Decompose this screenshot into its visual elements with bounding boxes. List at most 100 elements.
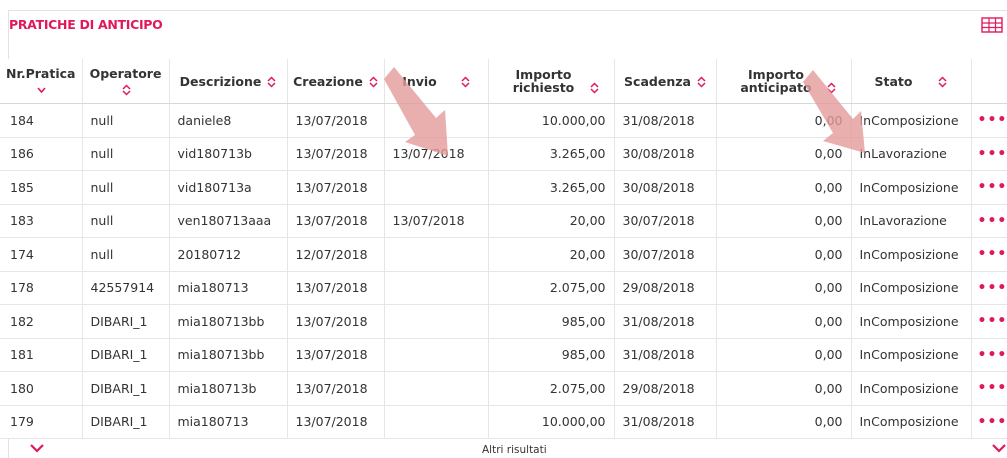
row-actions-button[interactable]: ••• (971, 170, 1007, 205)
table-row[interactable]: 185 null vid180713a 13/07/2018 3.265,00 30/08… (0, 170, 1007, 205)
cell-nr-pratica: 181 (0, 338, 83, 372)
sort-arrows-icon[interactable] (369, 76, 378, 88)
cell-operatore: DIBARI_1 (82, 338, 170, 372)
cell-operatore: DIBARI_1 (82, 405, 170, 439)
cell-importo-richiesto: 3.265,00 (488, 137, 615, 171)
cell-creazione: 13/07/2018 (287, 170, 385, 205)
cell-creazione: 13/07/2018 (287, 304, 385, 339)
row-actions-button[interactable]: ••• (971, 137, 1007, 171)
cell-importo-anticipato: 0,00 (716, 237, 852, 272)
table-row[interactable]: 183 null ven180713aaa 13/07/2018 13/07/2018 2… (0, 204, 1007, 238)
table-row[interactable]: 184 null daniele8 13/07/2018 10.000,00 31/08/… (0, 103, 1007, 138)
more-results-link[interactable]: Altri risultati (482, 444, 547, 456)
cell-importo-anticipato: 0,00 (716, 204, 852, 238)
cell-scadenza: 31/08/2018 (614, 304, 717, 339)
cell-invio (384, 371, 489, 406)
cell-stato: InComposizione (851, 304, 972, 339)
column-header-creazione[interactable]: Creazione (287, 59, 385, 104)
cell-nr-pratica: 180 (0, 371, 83, 406)
cell-nr-pratica: 182 (0, 304, 83, 339)
table-row[interactable]: 186 null vid180713b 13/07/2018 13/07/2018 3.2… (0, 137, 1007, 171)
cell-stato: InComposizione (851, 170, 972, 205)
table-grid-icon[interactable] (981, 17, 1003, 33)
cell-operatore: DIBARI_1 (82, 371, 170, 406)
cell-invio: 13/07/2018 (384, 137, 489, 171)
cell-creazione: 13/07/2018 (287, 371, 385, 406)
column-header-operatore[interactable]: Operatore (82, 59, 170, 104)
chevron-down-icon[interactable] (991, 443, 1007, 453)
column-header-nr-pratica[interactable]: Nr.Pratica (0, 59, 83, 104)
cell-stato: InComposizione (851, 237, 972, 272)
cell-descrizione: mia180713b (169, 371, 288, 406)
column-header-label: Stato (874, 73, 913, 89)
column-header-importo-anticipato[interactable]: Importo anticipato (716, 59, 852, 104)
column-header-label: Scadenza (624, 73, 691, 89)
column-header-importo-richiesto[interactable]: Importo richiesto (488, 59, 615, 104)
cell-stato: InComposizione (851, 371, 972, 406)
cell-invio (384, 304, 489, 339)
column-header-label: Creazione (293, 73, 363, 89)
cell-nr-pratica: 178 (0, 271, 83, 305)
row-actions-button[interactable]: ••• (971, 371, 1007, 406)
column-header-stato[interactable]: Stato (851, 59, 972, 104)
table-header-row: Nr.Pratica Operatore Descrizione Creazio… (0, 59, 1007, 104)
cell-operatore: DIBARI_1 (82, 304, 170, 339)
sort-arrows-icon[interactable] (122, 83, 131, 96)
row-actions-button[interactable]: ••• (971, 237, 1007, 272)
cell-scadenza: 30/08/2018 (614, 137, 717, 171)
cell-creazione: 13/07/2018 (287, 338, 385, 372)
cell-creazione: 13/07/2018 (287, 271, 385, 305)
sort-arrows-icon[interactable] (267, 76, 276, 88)
cell-importo-richiesto: 3.265,00 (488, 170, 615, 205)
column-header-scadenza[interactable]: Scadenza (614, 59, 717, 104)
column-header-label: Operatore (89, 66, 162, 81)
column-header-label: Importo richiesto (512, 66, 575, 95)
column-header-label: Importo anticipato (740, 66, 812, 95)
row-actions-button[interactable]: ••• (971, 405, 1007, 439)
row-actions-button[interactable]: ••• (971, 271, 1007, 305)
table-row[interactable]: 179 DIBARI_1 mia180713 13/07/2018 10.000,00 3… (0, 405, 1007, 439)
cell-importo-richiesto: 20,00 (488, 204, 615, 238)
cell-operatore: null (82, 137, 170, 171)
cell-operatore: null (82, 204, 170, 238)
cell-importo-anticipato: 0,00 (716, 137, 852, 171)
chevron-down-icon[interactable] (29, 443, 45, 453)
cell-descrizione: mia180713 (169, 271, 288, 305)
sort-arrows-icon[interactable] (697, 76, 706, 88)
cell-operatore: 42557914 (82, 271, 170, 305)
sort-arrows-icon[interactable] (827, 82, 836, 94)
cell-nr-pratica: 179 (0, 405, 83, 439)
table-row[interactable]: 180 DIBARI_1 mia180713b 13/07/2018 2.075,00 2… (0, 371, 1007, 406)
column-header-invio[interactable]: Invio (384, 59, 489, 104)
column-header-label: Descrizione (179, 73, 262, 89)
table-row[interactable]: 174 null 20180712 12/07/2018 20,00 30/07/2018… (0, 237, 1007, 272)
row-actions-button[interactable]: ••• (971, 304, 1007, 339)
row-actions-button[interactable]: ••• (971, 103, 1007, 138)
cell-invio (384, 170, 489, 205)
cell-operatore: null (82, 103, 170, 138)
cell-stato: InLavorazione (851, 137, 972, 171)
cell-importo-richiesto: 10.000,00 (488, 405, 615, 439)
sort-arrows-icon[interactable] (938, 76, 948, 88)
cell-descrizione: vid180713b (169, 137, 288, 171)
sort-arrows-icon[interactable] (461, 76, 470, 88)
cell-importo-anticipato: 0,00 (716, 405, 852, 439)
cell-importo-richiesto: 20,00 (488, 237, 615, 272)
cell-nr-pratica: 183 (0, 204, 83, 238)
row-actions-button[interactable]: ••• (971, 338, 1007, 372)
sort-descending-icon[interactable] (37, 84, 46, 96)
cell-nr-pratica: 185 (0, 170, 83, 205)
cell-scadenza: 29/08/2018 (614, 371, 717, 406)
cell-importo-richiesto: 2.075,00 (488, 271, 615, 305)
sort-arrows-icon[interactable] (589, 82, 599, 94)
cell-nr-pratica: 184 (0, 103, 83, 138)
column-header-descrizione[interactable]: Descrizione (169, 59, 288, 104)
table-row[interactable]: 181 DIBARI_1 mia180713bb 13/07/2018 985,00 31… (0, 338, 1007, 372)
cell-stato: InComposizione (851, 103, 972, 138)
table-row[interactable]: 178 42557914 mia180713 13/07/2018 2.075,00 29… (0, 271, 1007, 305)
cell-scadenza: 31/08/2018 (614, 103, 717, 138)
cell-invio (384, 103, 489, 138)
row-actions-button[interactable]: ••• (971, 204, 1007, 238)
cell-descrizione: daniele8 (169, 103, 288, 138)
table-row[interactable]: 182 DIBARI_1 mia180713bb 13/07/2018 985,00 31… (0, 304, 1007, 339)
